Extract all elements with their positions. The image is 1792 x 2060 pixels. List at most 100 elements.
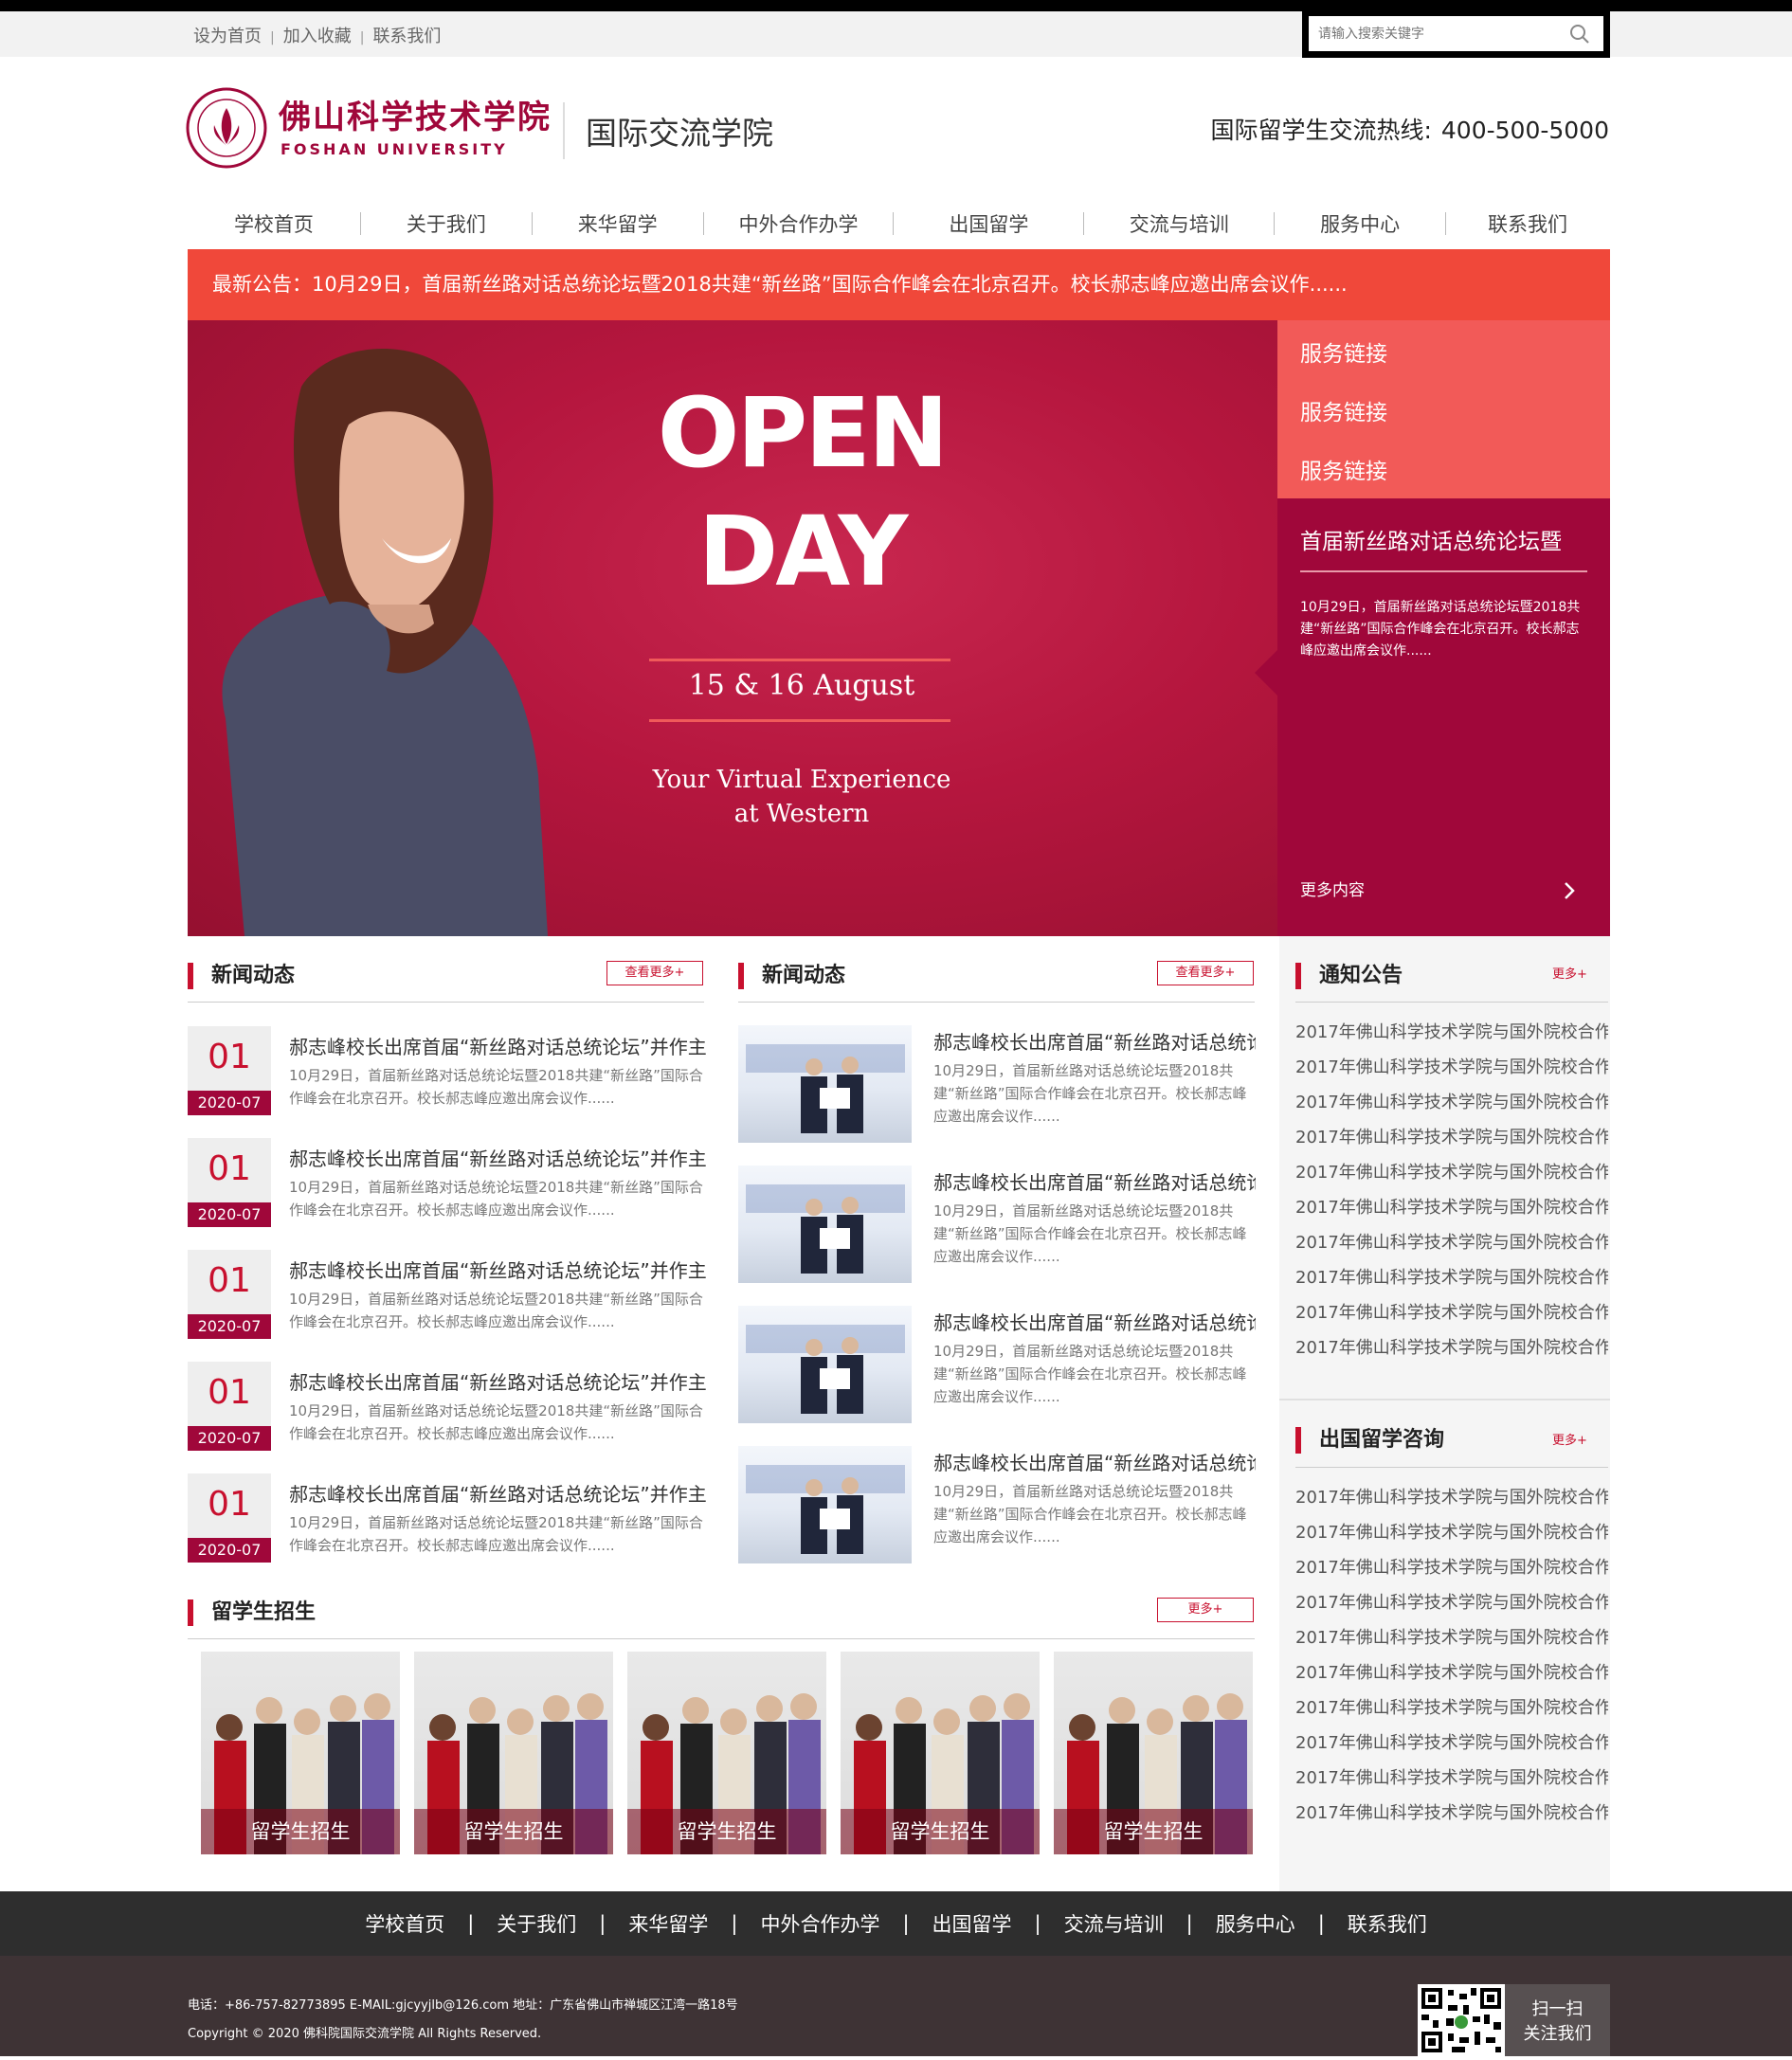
news-title[interactable]: 郝志峰校长出席首届“新丝路对话总统论坛”并作主旨演讲: [933, 1308, 1256, 1335]
news-item[interactable]: 郝志峰校长出席首届“新丝路对话总统论坛”并作主旨演讲 10月29日，首届新丝路对…: [738, 1025, 1256, 1143]
news-title[interactable]: 郝志峰校长出席首届“新丝路对话总统论坛”并作主旨演讲: [289, 1479, 706, 1507]
list-item[interactable]: 2017年佛山科学技术学院与国外院校合作办学: [1295, 1015, 1608, 1050]
news-title[interactable]: 郝志峰校长出席首届“新丝路对话总统论坛”并作主旨演讲: [933, 1167, 1256, 1195]
news-title[interactable]: 郝志峰校长出席首届“新丝路对话总统论坛”并作主旨演讲: [289, 1032, 706, 1059]
ceremony-photo: [746, 1044, 905, 1133]
list-item[interactable]: 2017年佛山科学技术学院与国外院校合作办学: [1295, 1761, 1608, 1796]
featured-news-title[interactable]: 首届新丝路对话总统论坛暨: [1300, 523, 1587, 572]
service-link[interactable]: 服务链接: [1277, 392, 1610, 451]
ceremony-photo: [746, 1325, 905, 1414]
news-left-more-button[interactable]: 查看更多+: [606, 961, 703, 985]
footer-nav-study-abroad[interactable]: 出国留学: [932, 1909, 1012, 1938]
news-photo[interactable]: [738, 1166, 912, 1283]
recruit-card[interactable]: 留学生招生: [841, 1652, 1040, 1854]
nav-study-abroad[interactable]: 出国留学: [894, 209, 1083, 238]
nav-cooperation[interactable]: 中外合作办学: [704, 209, 894, 238]
featured-news-text: 10月29日，首届新丝路对话总统论坛暨2018共建“新丝路”国际合作峰会在北京召…: [1300, 600, 1581, 659]
university-logo[interactable]: 佛山科学技术学院 FOSHAN UNIVERSITY: [186, 87, 565, 169]
news-item[interactable]: 郝志峰校长出席首届“新丝路对话总统论坛”并作主旨演讲 10月29日，首届新丝路对…: [738, 1446, 1256, 1563]
news-mid-more-button[interactable]: 查看更多+: [1157, 961, 1254, 985]
chevron-right-icon[interactable]: [1563, 881, 1576, 900]
divider: [1295, 1467, 1608, 1468]
recruit-card[interactable]: 留学生招生: [1054, 1652, 1253, 1854]
search-bar: [1302, 11, 1610, 58]
list-item[interactable]: 2017年佛山科学技术学院与国外院校合作办学: [1295, 1480, 1608, 1515]
list-item[interactable]: 2017年佛山科学技术学院与国外院校合作办学: [1295, 1796, 1608, 1831]
hero-banner[interactable]: OPEN DAY 15 & 16 August Your Virtual Exp…: [188, 320, 1277, 936]
date-month: 2020-07: [188, 1538, 271, 1563]
nav-study-in-china[interactable]: 来华留学: [533, 209, 703, 238]
recruit-caption: 留学生招生: [627, 1809, 826, 1854]
news-summary: 10月29日，首届新丝路对话总统论坛暨2018共建“新丝路”国际合作峰会在北京召…: [933, 1483, 1247, 1545]
news-summary: 10月29日，首届新丝路对话总统论坛暨2018共建“新丝路”国际合作峰会在北京召…: [289, 1402, 703, 1442]
footer-nav-about[interactable]: 关于我们: [497, 1909, 576, 1938]
add-favorite-link[interactable]: 加入收藏: [283, 27, 352, 46]
list-item[interactable]: 2017年佛山科学技术学院与国外院校合作办学: [1295, 1050, 1608, 1085]
news-photo[interactable]: [738, 1446, 912, 1563]
news-title[interactable]: 郝志峰校长出席首届“新丝路对话总统论坛”并作主旨演讲: [933, 1448, 1256, 1475]
news-item[interactable]: 01 2020-07 郝志峰校长出席首届“新丝路对话总统论坛”并作主旨演讲 10月…: [188, 1473, 706, 1563]
news-title[interactable]: 郝志峰校长出席首届“新丝路对话总统论坛”并作主旨演讲: [289, 1367, 706, 1395]
news-summary: 10月29日，首届新丝路对话总统论坛暨2018共建“新丝路”国际合作峰会在北京召…: [933, 1202, 1247, 1265]
recruit-card[interactable]: 留学生招生: [627, 1652, 826, 1854]
nav-home[interactable]: 学校首页: [188, 209, 360, 238]
recruit-card[interactable]: 留学生招生: [201, 1652, 400, 1854]
latest-notice[interactable]: 最新公告：10月29日，首届新丝路对话总统论坛暨2018共建“新丝路”国际合作峰…: [188, 249, 1610, 320]
news-item[interactable]: 01 2020-07 郝志峰校长出席首届“新丝路对话总统论坛”并作主旨演讲 10月…: [188, 1250, 706, 1339]
woman-photo: [222, 349, 548, 936]
study-abroad-more-link[interactable]: 更多+: [1552, 1430, 1587, 1448]
news-item[interactable]: 郝志峰校长出席首届“新丝路对话总统论坛”并作主旨演讲 10月29日，首届新丝路对…: [738, 1166, 1256, 1283]
list-item[interactable]: 2017年佛山科学技术学院与国外院校合作办学: [1295, 1550, 1608, 1585]
list-item[interactable]: 2017年佛山科学技术学院与国外院校合作办学: [1295, 1726, 1608, 1761]
more-content-link[interactable]: 更多内容: [1300, 876, 1365, 900]
footer-nav-exchange-training[interactable]: 交流与培训: [1064, 1909, 1164, 1938]
list-item[interactable]: 2017年佛山科学技术学院与国外院校合作办学: [1295, 1620, 1608, 1655]
ceremony-photo: [746, 1465, 905, 1554]
banner-subtitle-2: at Western: [733, 800, 870, 828]
list-item[interactable]: 2017年佛山科学技术学院与国外院校合作办学: [1295, 1295, 1608, 1330]
date-box: 01 2020-07: [188, 1250, 271, 1339]
banner-title-open: OPEN: [657, 377, 950, 490]
qr-caption-line2: 关注我们: [1523, 2024, 1592, 2044]
set-homepage-link[interactable]: 设为首页: [193, 27, 262, 46]
nav-exchange-training[interactable]: 交流与培训: [1084, 209, 1274, 238]
date-month: 2020-07: [188, 1202, 271, 1227]
news-summary: 10月29日，首届新丝路对话总统论坛暨2018共建“新丝路”国际合作峰会在北京召…: [289, 1067, 703, 1107]
footer-nav-cooperation[interactable]: 中外合作办学: [760, 1909, 879, 1938]
footer-nav-service-center[interactable]: 服务中心: [1216, 1909, 1295, 1938]
list-item[interactable]: 2017年佛山科学技术学院与国外院校合作办学: [1295, 1120, 1608, 1155]
list-item[interactable]: 2017年佛山科学技术学院与国外院校合作办学: [1295, 1515, 1608, 1550]
news-item[interactable]: 郝志峰校长出席首届“新丝路对话总统论坛”并作主旨演讲 10月29日，首届新丝路对…: [738, 1306, 1256, 1423]
footer-nav-study-in-china[interactable]: 来华留学: [628, 1909, 708, 1938]
news-title[interactable]: 郝志峰校长出席首届“新丝路对话总统论坛”并作主旨演讲: [933, 1027, 1256, 1055]
footer-nav-contact[interactable]: 联系我们: [1348, 1909, 1427, 1938]
list-item[interactable]: 2017年佛山科学技术学院与国外院校合作办学: [1295, 1155, 1608, 1190]
news-photo[interactable]: [738, 1306, 912, 1423]
ceremony-photo: [746, 1184, 905, 1274]
list-item[interactable]: 2017年佛山科学技术学院与国外院校合作办学: [1295, 1330, 1608, 1365]
news-title[interactable]: 郝志峰校长出席首届“新丝路对话总统论坛”并作主旨演讲: [289, 1144, 706, 1171]
search-icon[interactable]: [1569, 24, 1590, 45]
news-item[interactable]: 01 2020-07 郝志峰校长出席首届“新丝路对话总统论坛”并作主旨演讲 10月…: [188, 1362, 706, 1451]
list-item[interactable]: 2017年佛山科学技术学院与国外院校合作办学: [1295, 1190, 1608, 1225]
news-item[interactable]: 01 2020-07 郝志峰校长出席首届“新丝路对话总统论坛”并作主旨演讲 10月…: [188, 1138, 706, 1227]
list-item[interactable]: 2017年佛山科学技术学院与国外院校合作办学: [1295, 1225, 1608, 1260]
news-title[interactable]: 郝志峰校长出席首届“新丝路对话总统论坛”并作主旨演讲: [289, 1256, 706, 1283]
recruit-card[interactable]: 留学生招生: [414, 1652, 613, 1854]
list-item[interactable]: 2017年佛山科学技术学院与国外院校合作办学: [1295, 1260, 1608, 1295]
news-photo[interactable]: [738, 1025, 912, 1143]
contact-us-link[interactable]: 联系我们: [372, 27, 441, 46]
news-item[interactable]: 01 2020-07 郝志峰校长出席首届“新丝路对话总统论坛”并作主旨演讲 10月…: [188, 1026, 706, 1115]
nav-contact[interactable]: 联系我们: [1446, 209, 1609, 238]
service-link[interactable]: 服务链接: [1277, 334, 1610, 392]
list-item[interactable]: 2017年佛山科学技术学院与国外院校合作办学: [1295, 1585, 1608, 1620]
list-item[interactable]: 2017年佛山科学技术学院与国外院校合作办学: [1295, 1690, 1608, 1726]
list-item[interactable]: 2017年佛山科学技术学院与国外院校合作办学: [1295, 1655, 1608, 1690]
nav-about[interactable]: 关于我们: [361, 209, 532, 238]
footer-nav-home[interactable]: 学校首页: [365, 1909, 444, 1938]
recruit-more-button[interactable]: 更多+: [1157, 1598, 1254, 1622]
search-input[interactable]: [1309, 16, 1565, 51]
notices-more-link[interactable]: 更多+: [1552, 964, 1587, 982]
list-item[interactable]: 2017年佛山科学技术学院与国外院校合作办学: [1295, 1085, 1608, 1120]
nav-service-center[interactable]: 服务中心: [1275, 209, 1445, 238]
